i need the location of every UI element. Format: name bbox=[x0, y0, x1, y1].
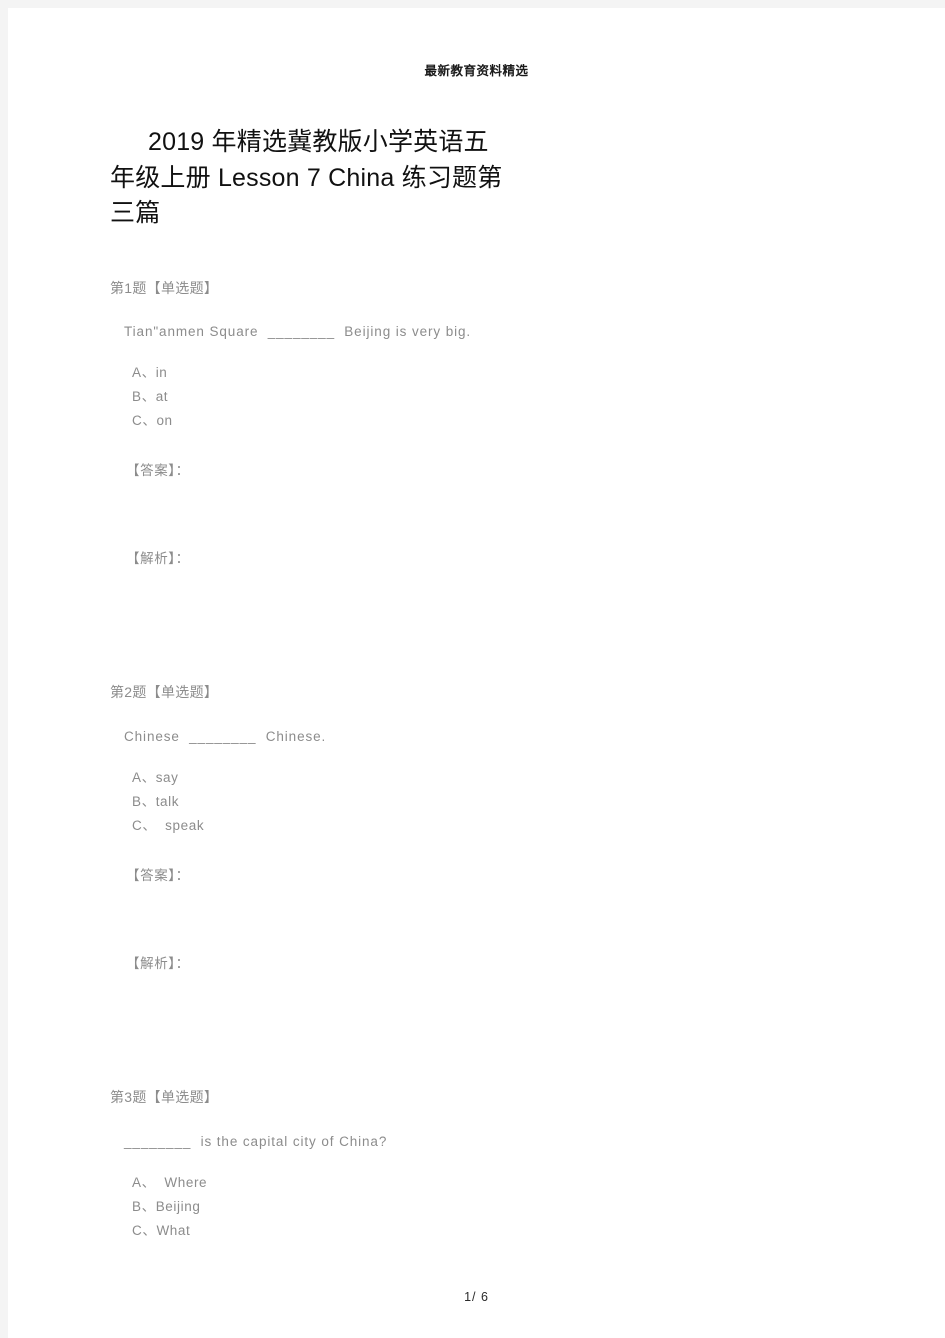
analysis-label: 【解析】： bbox=[126, 956, 190, 972]
question-heading: 第3题【单选题】 bbox=[110, 1089, 219, 1106]
question-stem: Chinese ________ Chinese. bbox=[124, 729, 327, 745]
answer-row: 【答案】： bbox=[110, 838, 945, 884]
question-item: 第2题【单选题】 Chinese ________ Chinese. A、say… bbox=[110, 567, 945, 972]
running-header: 最新教育资料精选 bbox=[424, 64, 529, 78]
question-stem: Tian"anmen Square ________ Beijing is ve… bbox=[124, 324, 472, 340]
option-c[interactable]: C、on bbox=[132, 409, 945, 433]
analysis-label: 【解析】： bbox=[126, 551, 190, 567]
option-b[interactable]: B、talk bbox=[132, 790, 945, 814]
question-options: A、in B、at C、on bbox=[110, 339, 945, 433]
analysis-row: 【解析】： bbox=[110, 884, 945, 972]
question-item: 第3题【单选题】 ________ is the capital city of… bbox=[110, 972, 945, 1243]
question-options: A、say B、talk C、 speak bbox=[110, 744, 945, 838]
option-b[interactable]: B、at bbox=[132, 385, 945, 409]
option-c[interactable]: C、 speak bbox=[132, 814, 945, 838]
question-heading: 第2题【单选题】 bbox=[110, 684, 219, 701]
document-page: 最新教育资料精选 2019 年精选冀教版小学英语五年级上册 Lesson 7 C… bbox=[8, 8, 945, 1338]
page-title: 2019 年精选冀教版小学英语五年级上册 Lesson 7 China 练习题第… bbox=[110, 128, 503, 227]
question-item: 第1题【单选题】 Tian"anmen Square ________ Beij… bbox=[110, 232, 945, 568]
questions-container: 第1题【单选题】 Tian"anmen Square ________ Beij… bbox=[8, 232, 945, 1244]
question-heading: 第1题【单选题】 bbox=[110, 279, 219, 296]
option-b[interactable]: B、Beijing bbox=[132, 1195, 945, 1219]
option-c[interactable]: C、What bbox=[132, 1219, 945, 1243]
analysis-row: 【解析】： bbox=[110, 479, 945, 567]
question-stem: ________ is the capital city of China? bbox=[124, 1133, 388, 1149]
answer-label: 【答案】： bbox=[126, 868, 190, 884]
option-a[interactable]: A、in bbox=[132, 361, 945, 385]
option-a[interactable]: A、say bbox=[132, 766, 945, 790]
answer-label: 【答案】： bbox=[126, 463, 190, 479]
page-number: 1/ 6 bbox=[464, 1290, 489, 1304]
question-options: A、 Where B、Beijing C、What bbox=[110, 1149, 945, 1243]
answer-row: 【答案】： bbox=[110, 433, 945, 479]
option-a[interactable]: A、 Where bbox=[132, 1171, 945, 1195]
